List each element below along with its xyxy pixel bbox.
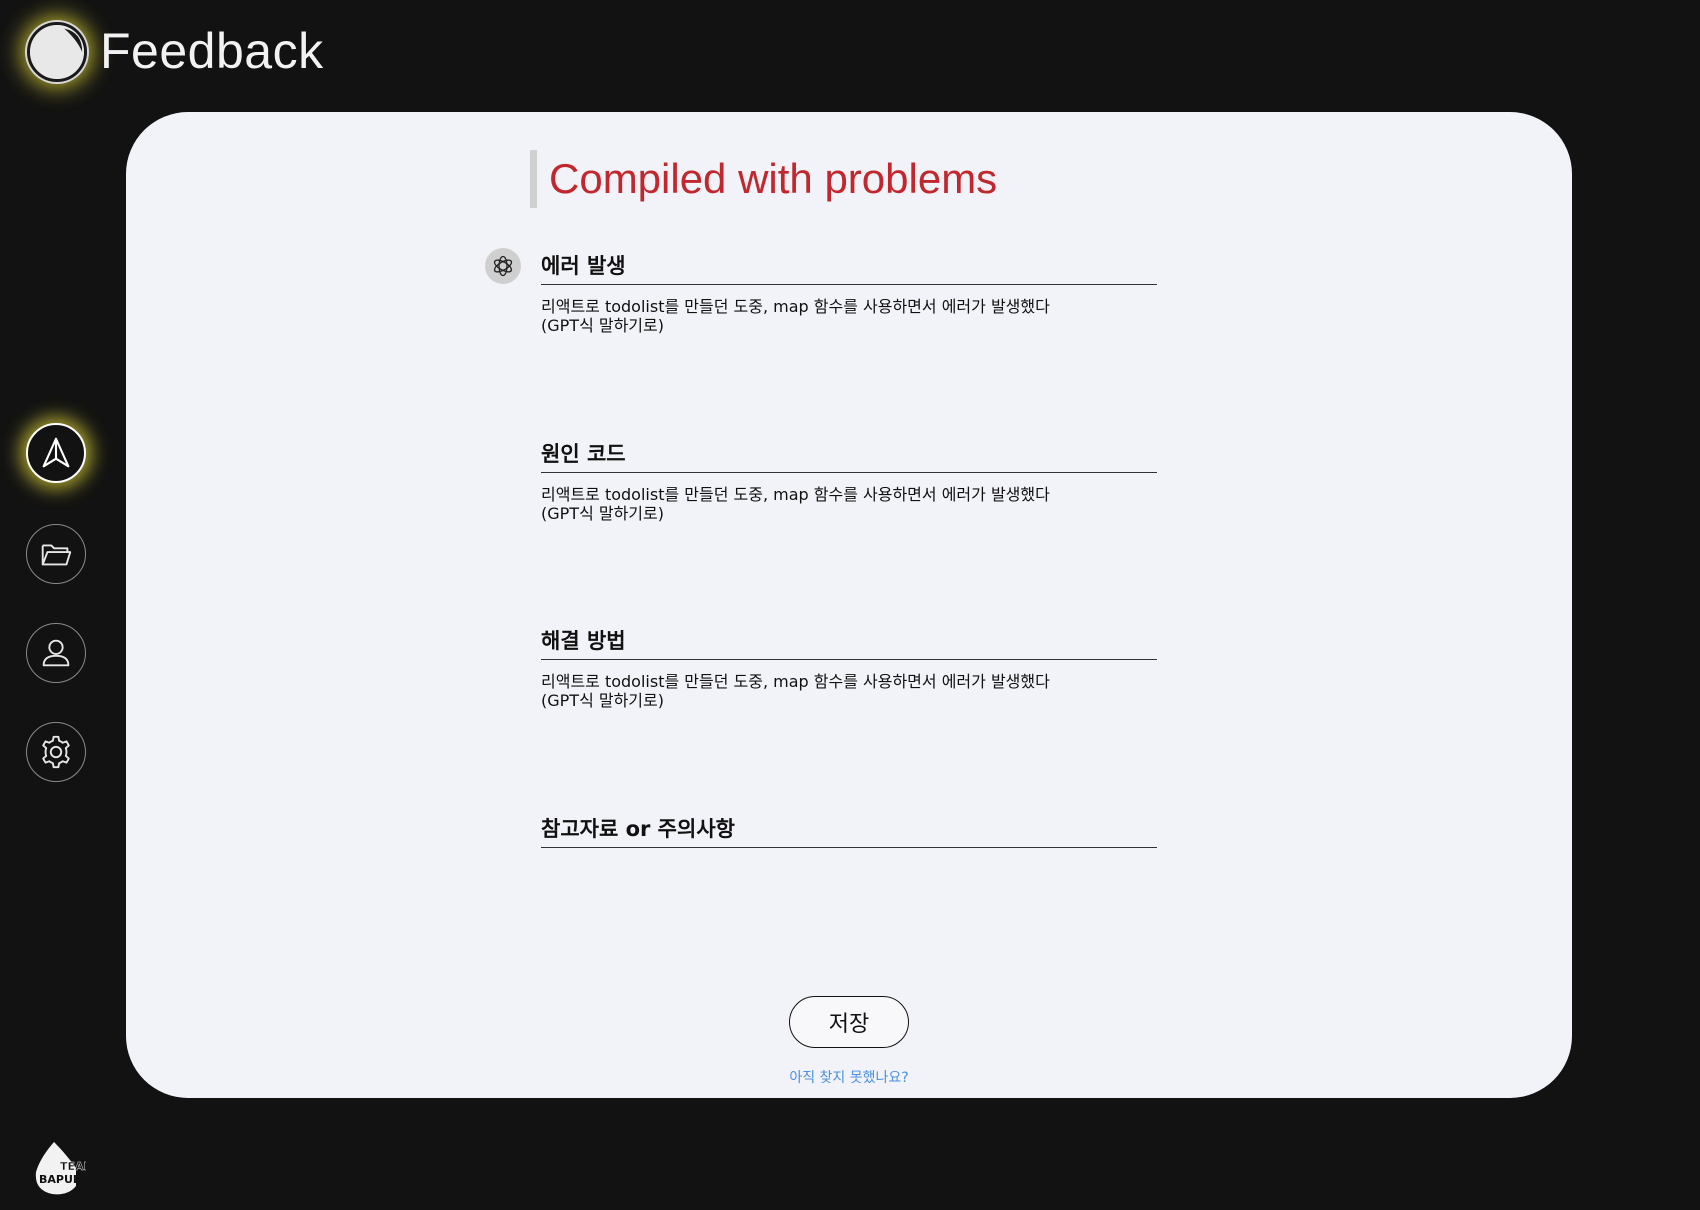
feedback-card: Compiled with problems 에러 발생 리액트로 todoli… [126,112,1572,1098]
sidebar-item-send[interactable] [26,423,86,483]
section-error-occurred: 에러 발생 리액트로 todolist를 만들던 도중, map 함수를 사용하… [541,250,1157,335]
svg-text:BAPULL: BAPULL [39,1173,86,1186]
section-body[interactable]: 리액트로 todolist를 만들던 도중, map 함수를 사용하면서 에러가… [541,485,1157,523]
team-logo: TEAM BAPULL [30,1140,95,1196]
folder-icon [41,544,72,566]
gear-icon [42,735,70,769]
chatgpt-avatar [485,248,521,284]
sidebar-item-settings[interactable] [26,722,86,782]
section-heading: 참고자료 or 주의사항 [541,813,1157,848]
app-root: Feedback TEAM BAPULL [0,0,1700,1210]
paper-plane-icon [42,437,70,468]
svg-text:TEAM: TEAM [60,1160,86,1173]
section-solution: 해결 방법 리액트로 todolist를 만들던 도중, map 함수를 사용하… [541,625,1157,710]
chatgpt-icon [493,255,513,277]
user-icon [42,639,70,667]
sidebar-item-folder[interactable] [26,524,86,584]
section-heading: 원인 코드 [541,438,1157,473]
section-heading: 해결 방법 [541,625,1157,660]
page-title: Feedback [100,23,324,79]
sidebar-item-profile[interactable] [26,623,86,683]
not-found-link[interactable]: 아직 찾지 못했나요? [686,1067,1012,1087]
section-heading: 에러 발생 [541,250,1157,285]
section-cause-code: 원인 코드 리액트로 todolist를 만들던 도중, map 함수를 사용하… [541,438,1157,523]
moon-logo-icon[interactable] [27,22,87,82]
section-body[interactable]: 리액트로 todolist를 만들던 도중, map 함수를 사용하면서 에러가… [541,297,1157,335]
error-title: Compiled with problems [530,150,997,208]
save-button[interactable]: 저장 [789,996,909,1048]
section-references: 참고자료 or 주의사항 [541,813,1157,860]
section-body[interactable]: 리액트로 todolist를 만들던 도중, map 함수를 사용하면서 에러가… [541,672,1157,710]
